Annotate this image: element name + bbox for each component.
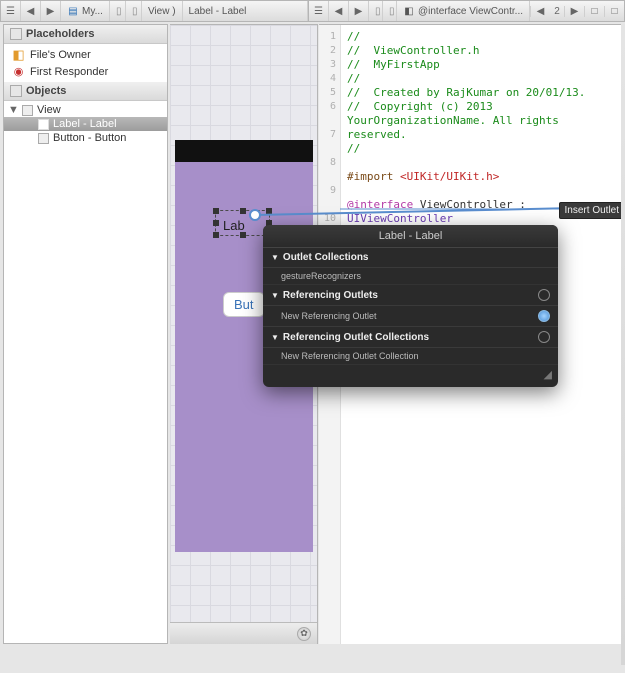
placeholders-heading[interactable]: Placeholders: [4, 25, 167, 44]
jumpbar-view-segment[interactable]: View ): [142, 1, 183, 21]
nav-back-icon[interactable]: ◀: [21, 1, 41, 21]
popup-outlet-collections-header[interactable]: ▼Outlet Collections: [263, 248, 558, 268]
jumpbar-left: ☰ ◀ ▶ ▤ My... ▯ ▯ View ) Label - Label: [0, 0, 309, 22]
cube-icon: [10, 28, 22, 40]
tree-label-text: Label - Label: [53, 118, 117, 130]
counterpart-counter: 2: [550, 6, 564, 17]
ib-button[interactable]: But: [223, 292, 265, 317]
objects-heading[interactable]: Objects: [4, 82, 167, 101]
jumpbar-h-segment[interactable]: ▯: [369, 1, 383, 21]
objects-tree: ▼ View Label - Label Button - Button: [4, 101, 167, 147]
disclosure-triangle-icon: ▼: [271, 333, 279, 342]
files-owner-icon: ◧: [12, 48, 25, 61]
jumpbar-counterpart-controls: ◀ 2 ▶ □ □: [530, 6, 624, 17]
tree-button-row[interactable]: Button - Button: [4, 131, 167, 145]
jumpbar-label-text: Label - Label: [189, 6, 247, 17]
ib-label[interactable]: Lab: [223, 218, 245, 233]
nav-forward-icon[interactable]: ▶: [41, 1, 61, 21]
xcode-project-icon: ▤: [67, 5, 79, 17]
outlet-connector-dot[interactable]: [538, 289, 550, 301]
files-owner-label: File's Owner: [30, 49, 91, 61]
popup-gesture-item[interactable]: gestureRecognizers: [263, 268, 558, 285]
jumpbar-project-segment[interactable]: ▤ My...: [61, 1, 110, 21]
label-icon: [38, 119, 49, 130]
tree-button-text: Button - Button: [53, 132, 126, 144]
first-responder-label: First Responder: [30, 66, 108, 78]
add-assistant-icon[interactable]: □: [584, 6, 604, 17]
first-responder-icon: ◉: [12, 65, 25, 78]
related-items-icon[interactable]: ☰: [1, 1, 21, 21]
objects-heading-label: Objects: [26, 85, 66, 97]
nav-forward-icon[interactable]: ▶: [349, 1, 369, 21]
popup-new-ref-outlet-collection[interactable]: New Referencing Outlet Collection: [263, 348, 558, 365]
nav-back-icon[interactable]: ◀: [329, 1, 349, 21]
view-icon: [22, 105, 33, 116]
doc-icon: ▯: [389, 5, 395, 17]
first-responder-item[interactable]: ◉ First Responder: [4, 63, 167, 80]
jumpbar-label-segment[interactable]: Label - Label: [183, 1, 308, 21]
popup-ref-outlet-collections-header[interactable]: ▼Referencing Outlet Collections: [263, 327, 558, 348]
placeholders-heading-label: Placeholders: [26, 28, 94, 40]
close-assistant-icon[interactable]: □: [604, 6, 624, 17]
jumpbar-interface-label: @interface ViewContr...: [418, 6, 523, 17]
popup-title: Label - Label: [263, 225, 558, 248]
jumpbar-row: ☰ ◀ ▶ ▤ My... ▯ ▯ View ) Label - Label ☰…: [0, 0, 625, 22]
jumpbar-file-segment[interactable]: ▯: [126, 1, 142, 21]
popup-referencing-outlets-header[interactable]: ▼Referencing Outlets: [263, 285, 558, 306]
popup-resize-grip-icon[interactable]: ◢: [263, 365, 558, 387]
popup-new-ref-outlet[interactable]: New Referencing Outlet: [263, 306, 558, 327]
status-bar: [175, 140, 313, 162]
jumpbar-folder-segment[interactable]: ▯: [110, 1, 126, 21]
tree-view-row[interactable]: ▼ View: [4, 103, 167, 117]
insert-outlet-badge: Insert Outlet: [559, 202, 625, 219]
jumpbar-project-label: My...: [82, 6, 103, 17]
jumpbar-right: ☰ ◀ ▶ ▯ ▯ ◧ @interface ViewContr... ◀ 2 …: [309, 0, 625, 22]
disclosure-triangle-icon: ▼: [271, 253, 279, 262]
jumpbar-interface-segment[interactable]: ◧ @interface ViewContr...: [397, 1, 530, 21]
doc-icon: ▯: [116, 5, 122, 17]
jumpbar-view-label: View ): [148, 6, 176, 17]
disclosure-triangle-icon: ▼: [271, 291, 279, 300]
tree-label-row[interactable]: Label - Label: [4, 117, 167, 131]
button-icon: [38, 133, 49, 144]
canvas-bottom-toolbar: ✿: [170, 622, 317, 644]
cube-icon: [10, 85, 22, 97]
document-outline: Placeholders ◧ File's Owner ◉ First Resp…: [3, 24, 168, 644]
counterpart-prev-icon[interactable]: ◀: [530, 6, 550, 17]
placeholders-list: ◧ File's Owner ◉ First Responder: [4, 44, 167, 82]
class-icon: ◧: [403, 5, 415, 17]
right-scroll-track: [621, 24, 625, 665]
outlet-connector-dot[interactable]: [538, 331, 550, 343]
files-owner-item[interactable]: ◧ File's Owner: [4, 46, 167, 63]
related-items-icon[interactable]: ☰: [309, 1, 329, 21]
connections-popup: Label - Label ▼Outlet Collections gestur…: [263, 225, 558, 387]
counterpart-next-icon[interactable]: ▶: [564, 6, 584, 17]
tree-view-label: View: [37, 104, 61, 116]
disclosure-triangle-icon[interactable]: ▼: [8, 104, 18, 116]
doc-icon: ▯: [132, 5, 138, 17]
canvas-gear-icon[interactable]: ✿: [297, 627, 311, 641]
outlet-connector-dot-active[interactable]: [538, 310, 550, 322]
jumpbar-m-segment[interactable]: ▯: [383, 1, 397, 21]
doc-icon: ▯: [375, 5, 381, 17]
